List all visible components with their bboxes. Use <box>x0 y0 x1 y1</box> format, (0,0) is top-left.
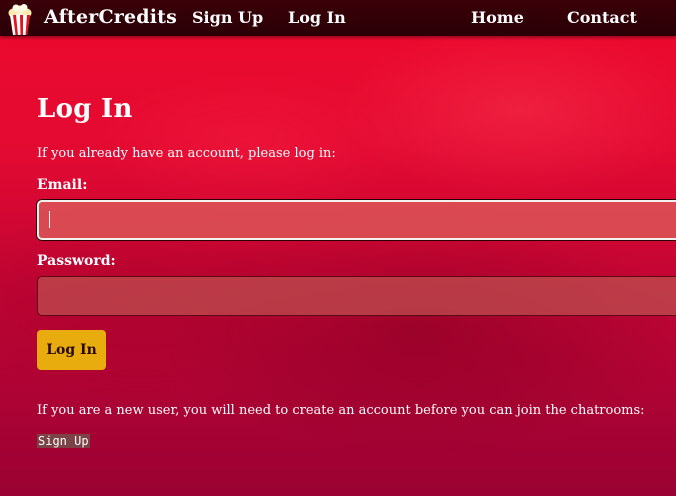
password-label: Password: <box>37 253 116 269</box>
nav-link-contact[interactable]: Contact <box>567 8 637 27</box>
nav-link-home[interactable]: Home <box>471 8 524 27</box>
text-caret <box>49 211 50 228</box>
intro-text: If you already have an account, please l… <box>37 146 336 161</box>
nav-link-log-in[interactable]: Log In <box>288 8 346 27</box>
nav-link-sign-up[interactable]: Sign Up <box>192 8 263 27</box>
email-input[interactable] <box>37 200 676 240</box>
login-button[interactable]: Log In <box>37 330 106 370</box>
sign-up-link[interactable]: Sign Up <box>37 434 90 448</box>
popcorn-icon[interactable] <box>2 2 38 36</box>
page-title: Log In <box>37 94 133 124</box>
password-input[interactable] <box>37 276 676 316</box>
top-navbar: AfterCredits Sign Up Log In Home Contact <box>0 0 676 36</box>
email-label: Email: <box>37 177 88 193</box>
new-user-text: If you are a new user, you will need to … <box>37 403 645 418</box>
brand-link[interactable]: AfterCredits <box>44 6 177 28</box>
